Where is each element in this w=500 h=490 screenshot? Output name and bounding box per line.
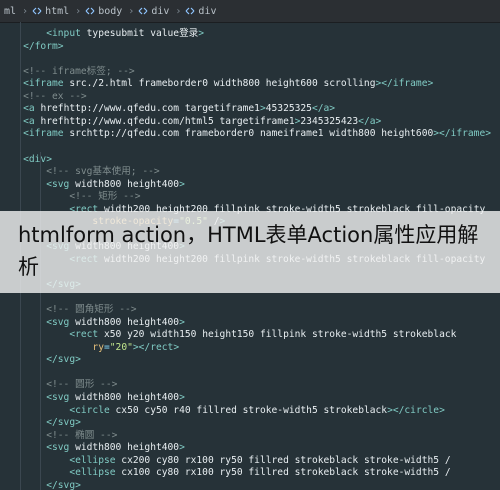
element-icon — [138, 7, 148, 15]
code-line: <ellipse cx100 cy80 rx100 ry50 fillred s… — [69, 467, 451, 479]
article-title: htmlform action，HTML表单Action属性应用解析 — [18, 223, 479, 279]
code-line: <!-- svg基本使用; --> — [46, 166, 160, 178]
indent-guide — [40, 152, 41, 490]
code-line: <svg width800 height400> — [46, 391, 185, 403]
breadcrumb-item[interactable]: › html — [20, 6, 69, 17]
code-line: <circle cx50 cy50 r40 fillred stroke-wid… — [69, 404, 445, 416]
chevron-right-icon: › — [128, 5, 135, 17]
breadcrumb-item[interactable]: ml — [4, 6, 16, 17]
code-line: </form> — [23, 40, 64, 52]
breadcrumb: ml › html › body › div › div — [0, 0, 500, 23]
chevron-right-icon: › — [75, 5, 82, 17]
breadcrumb-label: body — [98, 5, 123, 17]
code-line: <rect x50 y20 width150 height150 fillpin… — [69, 329, 457, 341]
breadcrumb-item[interactable]: › body — [73, 6, 122, 17]
breadcrumb-item[interactable]: › div — [173, 6, 216, 17]
code-line: ry="20"></rect> — [92, 341, 180, 353]
code-line: <!-- 圆形 --> — [46, 379, 118, 391]
breadcrumb-label: div — [151, 5, 170, 17]
code-line: <!-- 椭圆 --> — [46, 429, 118, 441]
code-line: <input typesubmit value登录> — [46, 28, 205, 39]
element-icon — [32, 7, 42, 15]
code-line: <div> — [23, 153, 52, 165]
code-line: <svg width800 height400> — [46, 442, 185, 454]
breadcrumb-label: div — [198, 5, 217, 17]
code-line: <iframe src./2.html frameborder0 width80… — [23, 78, 434, 90]
element-icon — [85, 7, 95, 15]
chevron-right-icon: › — [175, 5, 182, 17]
breadcrumb-label: html — [45, 5, 70, 17]
code-line: <!-- 矩形 --> — [69, 191, 141, 203]
code-line: <svg width800 height400> — [46, 316, 185, 328]
code-line: <ellipse cx200 cy80 rx100 ry50 fillred s… — [69, 454, 451, 466]
code-line: <!-- ex --> — [23, 90, 87, 102]
code-line: <svg width800 height400> — [46, 178, 185, 190]
breadcrumb-item[interactable]: › div — [126, 6, 169, 17]
code-line: <iframe srchttp://qfedu.com frameborder0… — [23, 128, 492, 140]
breadcrumb-label: ml — [4, 5, 17, 17]
code-line: <a hrefhttp://www.qfedu.com/html5 target… — [23, 115, 382, 127]
element-icon — [185, 7, 195, 15]
code-line: <a hrefhttp://www.qfedu.com targetiframe… — [23, 103, 336, 115]
chevron-right-icon: › — [22, 5, 29, 17]
